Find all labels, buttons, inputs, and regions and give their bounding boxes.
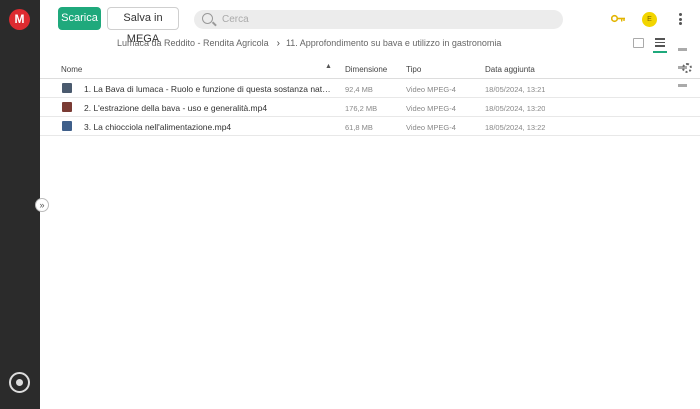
table-row[interactable]: 1. La Bava di lumaca - Ruolo e funzione … bbox=[40, 79, 700, 98]
breadcrumb-current: 11. Approfondimento su bava e utilizzo i… bbox=[285, 38, 502, 48]
table-row[interactable]: 3. La chiocciola nell'alimentazione.mp4 … bbox=[40, 117, 700, 136]
sync-icon[interactable] bbox=[9, 372, 30, 393]
file-size: 61,8 MB bbox=[345, 123, 373, 132]
expand-sidebar-icon[interactable]: » bbox=[35, 198, 49, 212]
breadcrumb-separator: › bbox=[276, 38, 280, 49]
avatar[interactable]: E bbox=[642, 12, 657, 27]
thumbnail-view-icon[interactable] bbox=[633, 38, 644, 48]
table-row[interactable]: 2. L'estrazione della bava - uso e gener… bbox=[40, 98, 700, 117]
app-root: M » Scarica Salva in MEGA E Lumaca da Re… bbox=[0, 0, 700, 409]
search-input[interactable] bbox=[222, 10, 542, 29]
grid-view-icon[interactable] bbox=[678, 38, 689, 87]
left-rail: M bbox=[0, 0, 40, 409]
file-size: 92,4 MB bbox=[345, 85, 373, 94]
file-type: Video MPEG-4 bbox=[406, 104, 456, 113]
search-bar[interactable] bbox=[194, 10, 563, 29]
active-view-indicator bbox=[653, 51, 667, 53]
column-header-type[interactable]: Tipo bbox=[406, 65, 421, 74]
file-name[interactable]: 1. La Bava di lumaca - Ruolo e funzione … bbox=[84, 84, 332, 94]
breadcrumb-parent[interactable]: Lumaca da Reddito - Rendita Agricola bbox=[117, 38, 269, 48]
search-icon bbox=[202, 13, 213, 24]
file-size: 176,2 MB bbox=[345, 104, 378, 113]
file-type: Video MPEG-4 bbox=[406, 85, 456, 94]
video-thumbnail bbox=[62, 102, 72, 112]
table-header: Nome ▲ Dimensione Tipo Data aggiunta bbox=[40, 61, 700, 79]
file-date: 18/05/2024, 13:22 bbox=[485, 123, 546, 132]
file-date: 18/05/2024, 13:20 bbox=[485, 104, 546, 113]
column-header-name[interactable]: Nome bbox=[61, 65, 82, 74]
file-name[interactable]: 3. La chiocciola nell'alimentazione.mp4 bbox=[84, 122, 332, 132]
key-icon[interactable] bbox=[611, 14, 625, 23]
video-thumbnail bbox=[62, 83, 72, 93]
download-button[interactable]: Scarica bbox=[58, 7, 101, 30]
video-thumbnail bbox=[62, 121, 72, 131]
settings-icon[interactable] bbox=[682, 63, 692, 73]
file-date: 18/05/2024, 13:21 bbox=[485, 85, 546, 94]
save-to-mega-button[interactable]: Salva in MEGA bbox=[107, 7, 179, 45]
kebab-menu-icon[interactable] bbox=[679, 13, 683, 27]
mega-logo-icon[interactable]: M bbox=[9, 9, 30, 30]
file-name[interactable]: 2. L'estrazione della bava - uso e gener… bbox=[84, 103, 332, 113]
column-header-size[interactable]: Dimensione bbox=[345, 65, 387, 74]
column-header-date[interactable]: Data aggiunta bbox=[485, 65, 535, 74]
list-view-icon[interactable] bbox=[655, 38, 666, 48]
sort-ascending-icon[interactable]: ▲ bbox=[325, 63, 332, 70]
breadcrumb: Lumaca da Reddito - Rendita Agricola › 11.… bbox=[117, 38, 501, 49]
file-type: Video MPEG-4 bbox=[406, 123, 456, 132]
